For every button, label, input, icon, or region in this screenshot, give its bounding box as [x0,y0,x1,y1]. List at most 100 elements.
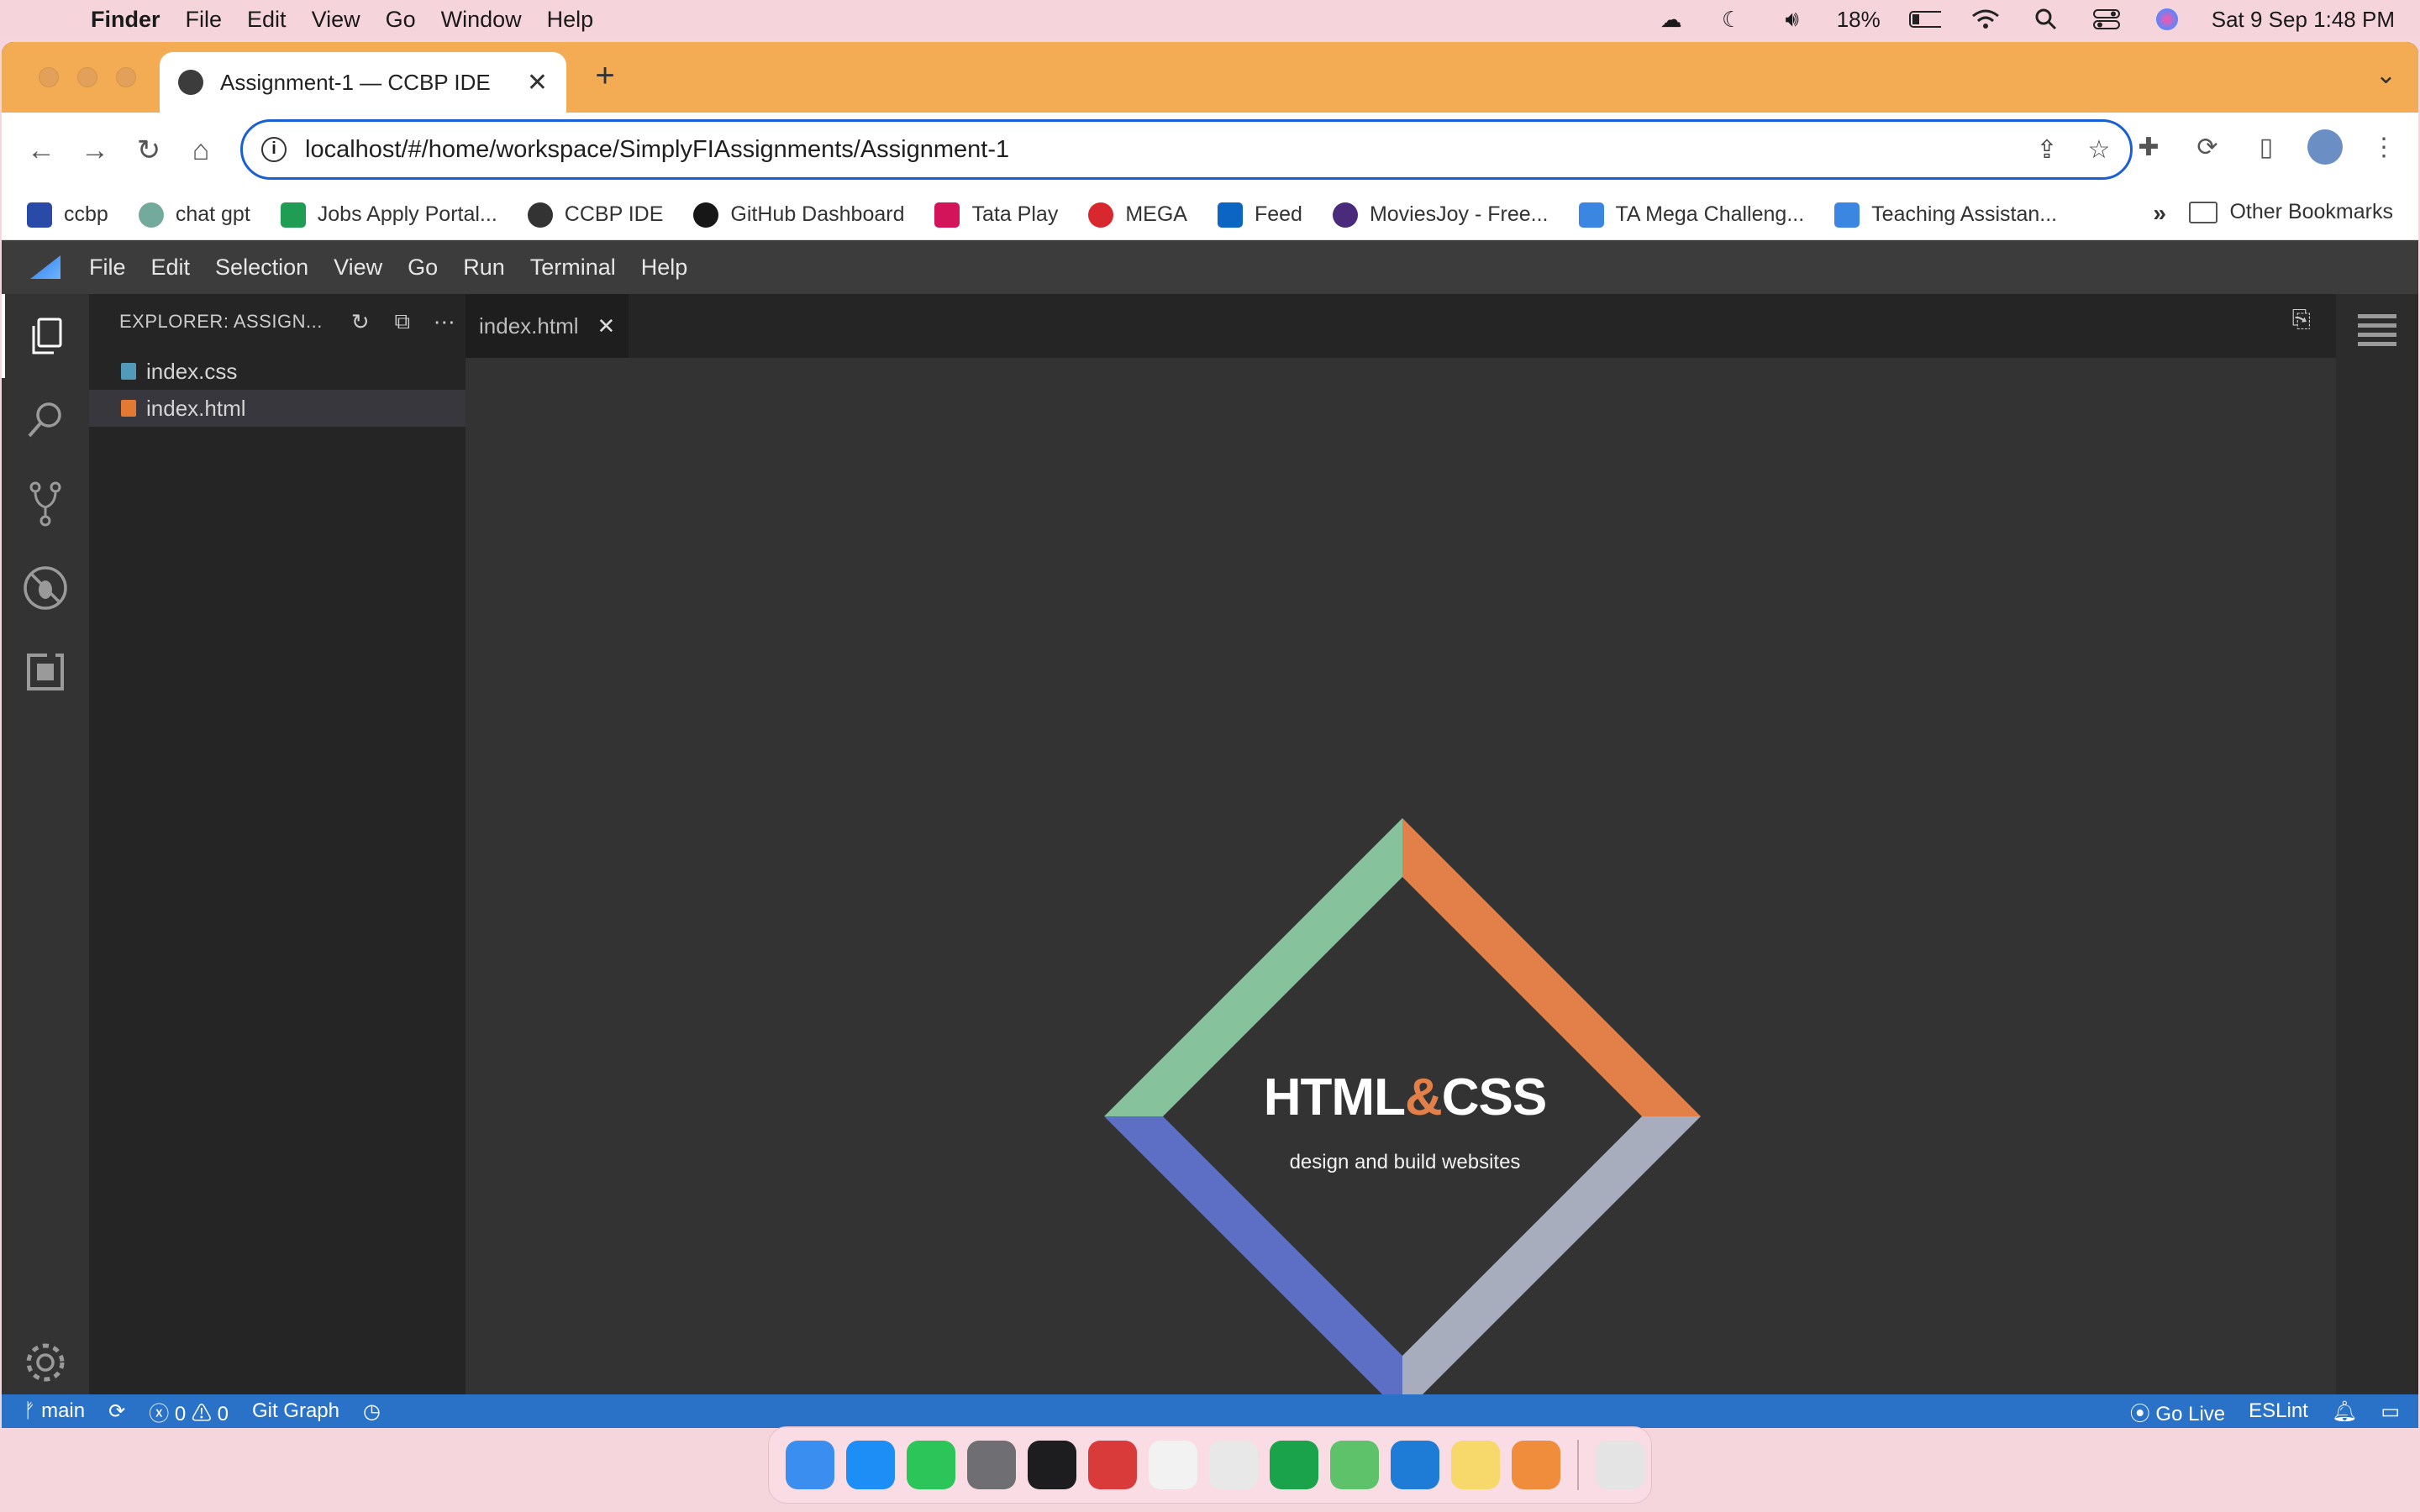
source-control-icon[interactable] [2,462,89,546]
eslint-button[interactable]: ESLint [2249,1399,2308,1423]
layout-icon[interactable]: ▭ [2381,1399,2400,1424]
share-icon[interactable]: ⇪ [2026,135,2068,165]
browser-tab[interactable]: Assignment-1 — CCBP IDE ✕ [160,52,566,113]
launchpad-icon[interactable] [1512,1441,1560,1489]
tab-search-chevron-icon[interactable]: ⌄ [2375,60,2396,90]
bookmark-favicon-icon [1578,202,1604,228]
ide-menu-file[interactable]: File [89,255,126,281]
bookmark-item[interactable]: CCBP IDE [527,202,663,228]
other-bookmarks-button[interactable]: Other Bookmarks [2189,200,2393,224]
mac-menu-help[interactable]: Help [547,7,594,33]
search-icon[interactable] [2,378,89,462]
close-tab-icon[interactable]: ✕ [527,68,548,97]
ide-menu-edit[interactable]: Edit [151,255,191,281]
profile-avatar[interactable] [2307,129,2343,165]
zoom-window-button[interactable] [116,67,136,87]
extension-icon[interactable]: ⟳ [2190,129,2225,165]
bookmark-item[interactable]: Teaching Assistan... [1834,202,2057,228]
cloud-icon[interactable]: ☁ [1655,7,1687,32]
file-item-index-html[interactable]: index.html [89,390,466,427]
finder-icon[interactable] [786,1441,834,1489]
bookmark-item[interactable]: Feed [1217,202,1302,228]
branch-indicator[interactable]: ᚠ main [24,1399,85,1423]
bookmark-item[interactable]: ccbp [27,202,108,228]
sync-icon[interactable]: ⟳ [108,1399,125,1424]
moon-icon[interactable]: ☾ [1716,7,1748,32]
wifi-icon[interactable] [1970,7,2002,32]
ide-menu-view[interactable]: View [334,255,382,281]
terminal-icon[interactable] [1028,1441,1076,1489]
bookmark-item[interactable]: Tata Play [934,202,1058,228]
forward-arrow-icon[interactable]: → [76,131,114,170]
bookmark-item[interactable]: MEGA [1088,202,1187,228]
reload-icon[interactable]: ↻ [129,131,168,170]
bookmark-item[interactable]: Jobs Apply Portal... [280,202,497,228]
mac-app-name[interactable]: Finder [91,7,160,33]
bell-icon[interactable]: 🔔︎ [2332,1399,2357,1424]
app-store-icon[interactable] [846,1441,895,1489]
battery-icon[interactable] [1908,7,1941,32]
whatsapp-icon[interactable] [907,1441,955,1489]
editor-tab-index-html[interactable]: index.html ✕ [466,294,629,358]
go-live-button[interactable]: ⦿ Go Live [2130,1397,2225,1426]
siri-icon[interactable] [2151,7,2183,32]
mac-menu-edit[interactable]: Edit [247,7,287,33]
mac-menu-view[interactable]: View [312,7,360,33]
collapse-all-icon[interactable]: ⧉ [381,308,424,335]
chrome-icon[interactable] [1209,1441,1258,1489]
clock-icon[interactable]: ◷ [363,1399,381,1424]
explorer-sidebar: EXPLORER: ASSIGN... ↻ ⧉ ⋯ index.css inde… [89,294,466,1404]
new-tab-button[interactable]: + [585,57,625,95]
circle-app-icon[interactable] [1330,1441,1379,1489]
explorer-icon[interactable] [2,294,89,378]
system-settings-icon[interactable] [967,1441,1016,1489]
refresh-icon[interactable]: ↻ [339,309,381,335]
extensions-puzzle-icon[interactable]: ✚ [2131,129,2166,165]
side-panel-icon[interactable]: ▯ [2249,129,2284,165]
mac-menu-file[interactable]: File [186,7,223,33]
screenshot-icon[interactable] [1149,1441,1197,1489]
address-bar[interactable]: i localhost/#/home/workspace/SimplyFIAss… [240,119,2133,180]
close-editor-tab-icon[interactable]: ✕ [597,313,616,339]
ide-menu-terminal[interactable]: Terminal [530,255,616,281]
problems-indicator[interactable]: ⓧ 0 ⚠ 0 [149,1397,229,1426]
vscode-icon[interactable] [1391,1441,1439,1489]
bookmark-item[interactable]: GitHub Dashboard [693,202,904,228]
site-info-icon[interactable]: i [261,137,287,162]
trash-icon[interactable] [1596,1441,1644,1489]
browser-menu-icon[interactable]: ⋮ [2366,129,2402,165]
more-actions-icon[interactable]: ⋯ [424,309,466,335]
bookmarks-overflow-button[interactable]: » [2153,200,2166,227]
bookmark-star-icon[interactable]: ☆ [2078,135,2120,165]
bookmark-item[interactable]: TA Mega Challeng... [1578,202,1804,228]
clock[interactable]: Sat 9 Sep 1:48 PM [2212,7,2395,33]
bookmark-item[interactable]: MoviesJoy - Free... [1332,202,1549,228]
control-center-icon[interactable] [2091,7,2123,32]
close-window-button[interactable] [39,67,59,87]
run-debug-icon[interactable] [2,546,89,630]
bookmark-favicon-icon [138,202,164,228]
url-text[interactable]: localhost/#/home/workspace/SimplyFIAssig… [305,136,2026,164]
pycharm-icon[interactable] [1270,1441,1318,1489]
spotlight-icon[interactable] [2030,7,2062,32]
ide-logo-icon[interactable] [2,240,89,294]
bookmark-item[interactable]: chat gpt [138,202,250,228]
extensions-icon[interactable] [2,630,89,714]
ide-menu-selection[interactable]: Selection [215,255,308,281]
home-icon[interactable]: ⌂ [182,131,220,170]
ide-menu-run[interactable]: Run [463,255,505,281]
git-graph-button[interactable]: Git Graph [252,1399,339,1423]
notes-icon[interactable] [1451,1441,1500,1489]
back-arrow-icon[interactable]: ← [22,131,60,170]
open-preview-icon[interactable]: ⎘ [2292,306,2311,333]
settings-gear-icon[interactable] [2,1320,89,1404]
minimize-window-button[interactable] [77,67,97,87]
mac-menu-go[interactable]: Go [386,7,416,33]
file-item-index-css[interactable]: index.css [89,353,466,390]
ide-menu-help[interactable]: Help [641,255,688,281]
mac-menu-window[interactable]: Window [441,7,522,33]
outline-list-icon[interactable] [2358,314,2396,351]
volume-icon[interactable]: 🔊︎ [1776,6,1808,32]
ide-menu-go[interactable]: Go [408,255,438,281]
photo-booth-icon[interactable] [1088,1441,1137,1489]
